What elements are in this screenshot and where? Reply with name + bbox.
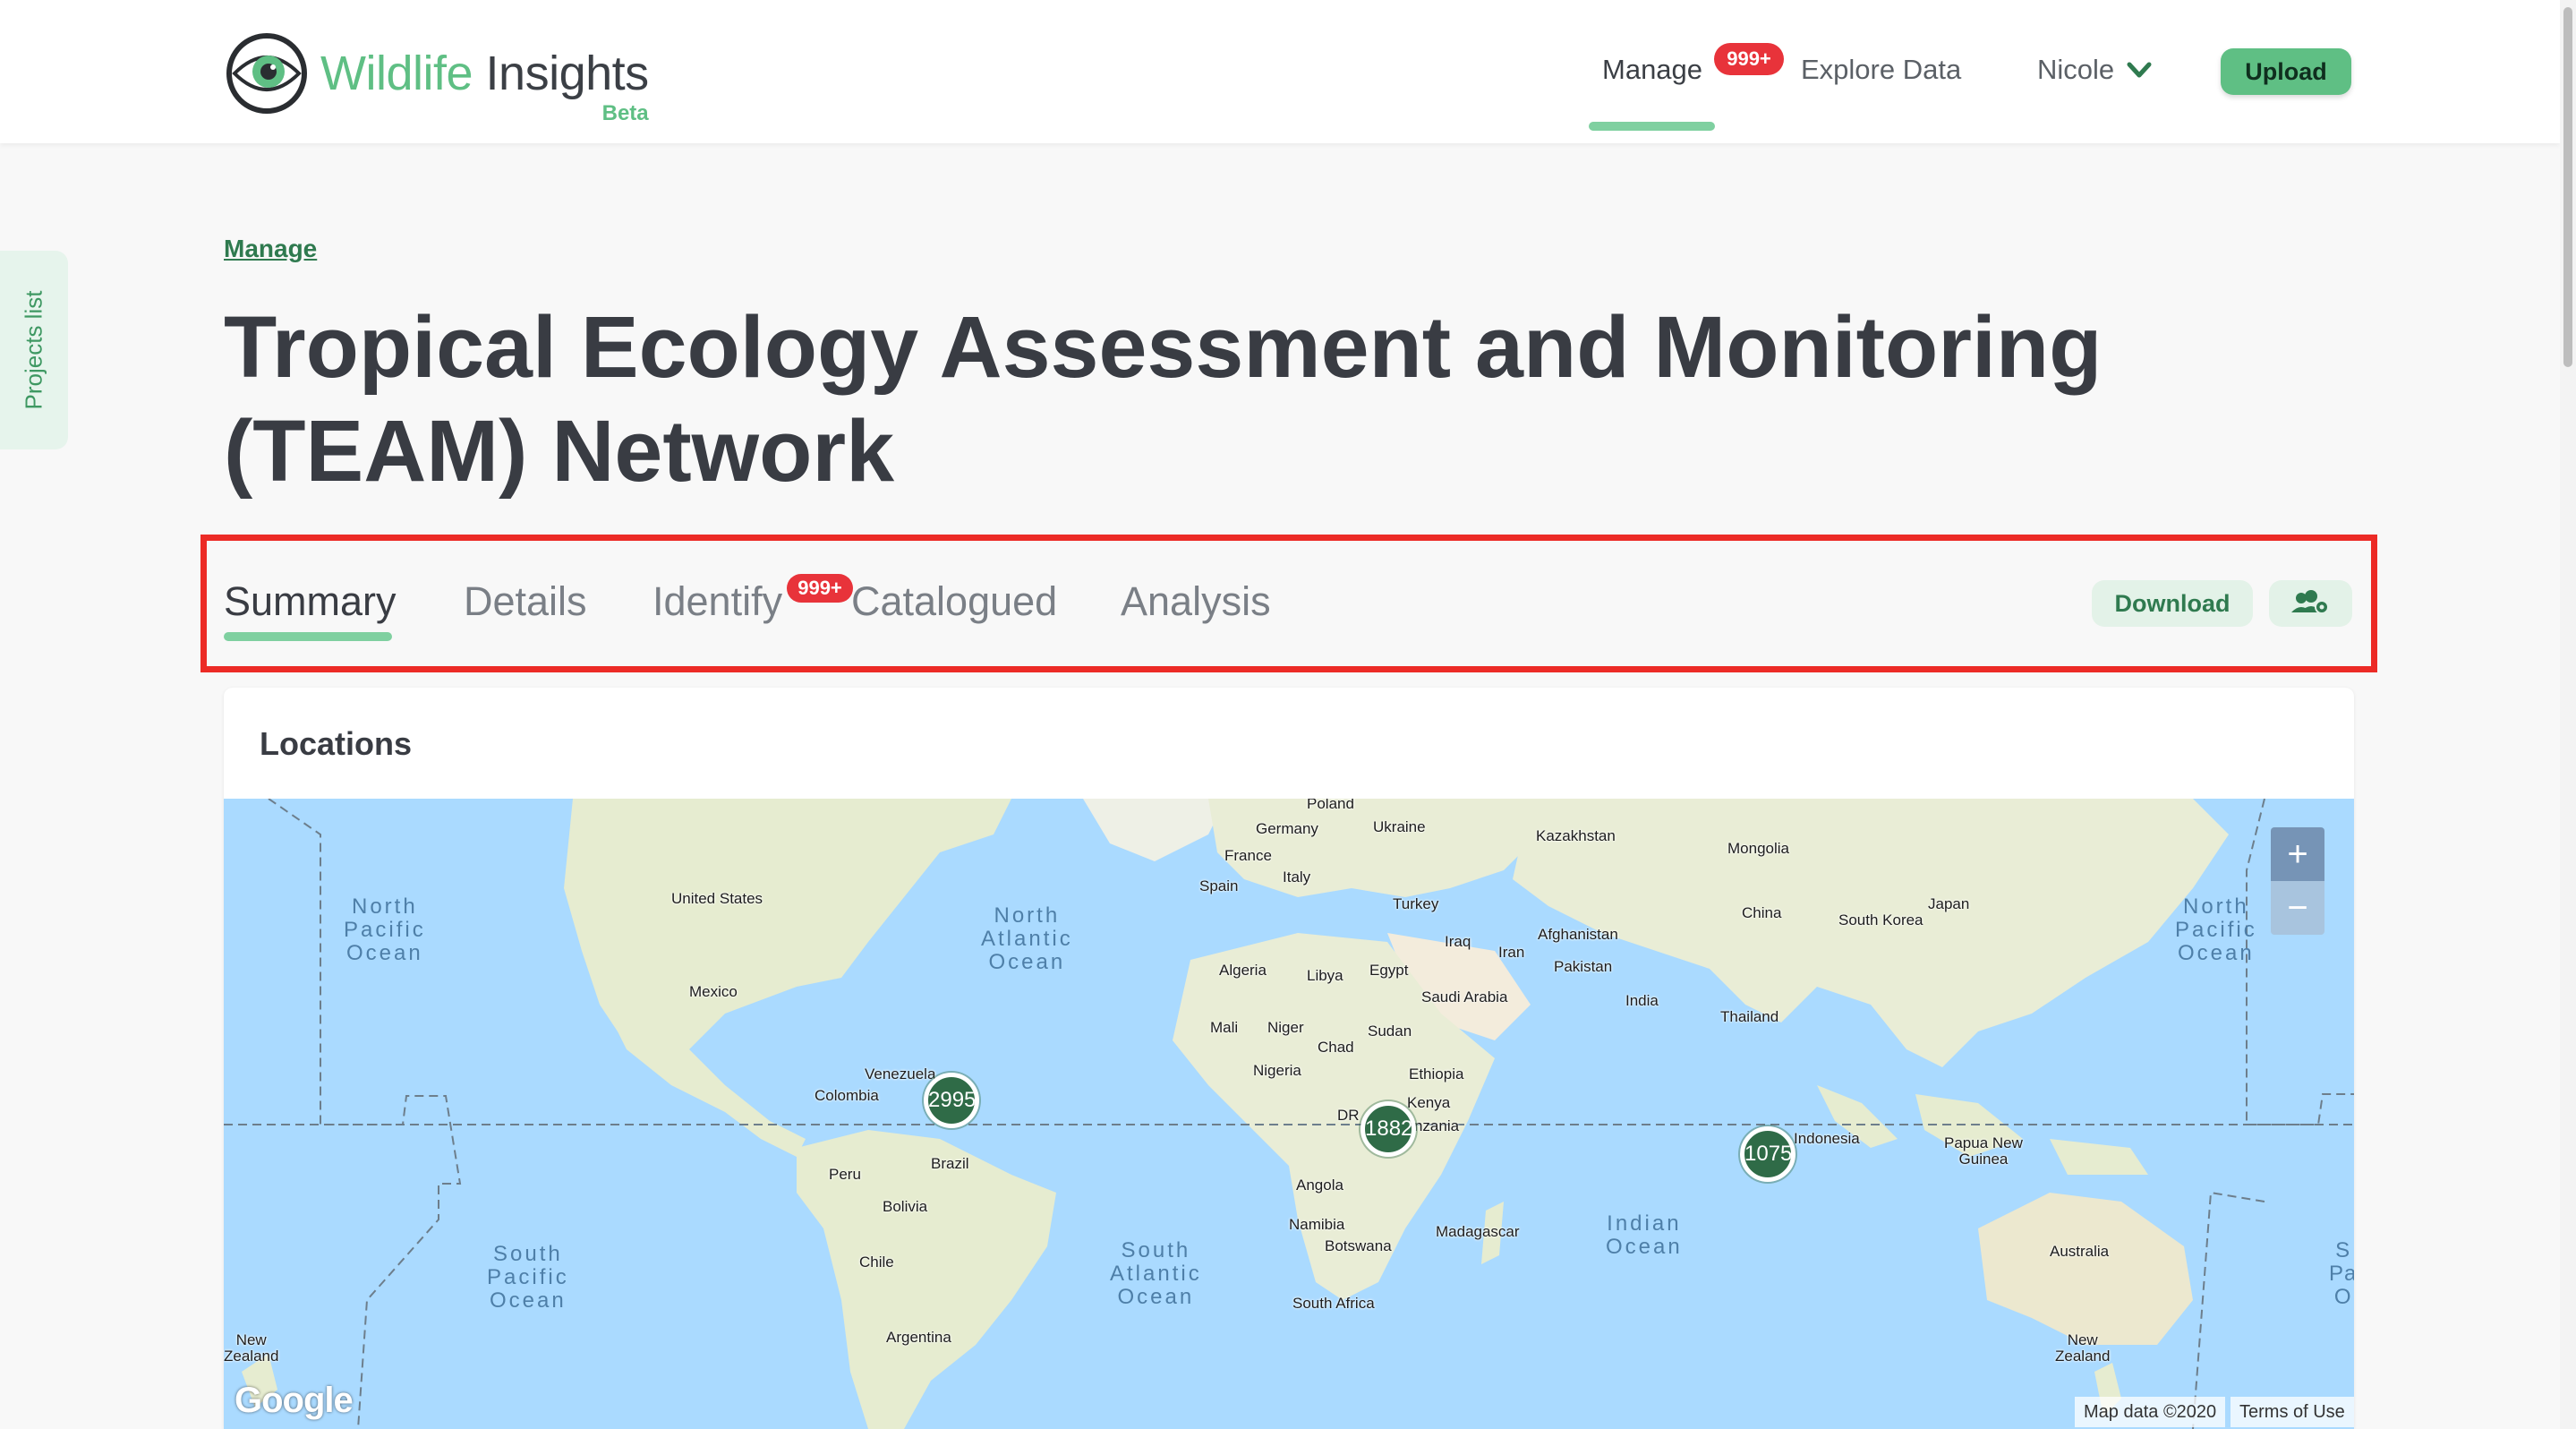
logo-name-part2: Insights: [473, 47, 650, 100]
top-header: Wildlife Insights Beta Manage 999+ Explo…: [0, 0, 2560, 143]
ocean-label-south-atlantic: South Atlantic Ocean: [1110, 1238, 1202, 1309]
country-label-afghanistan: Afghanistan: [1538, 926, 1618, 943]
country-label-sudan: Sudan: [1368, 1023, 1412, 1040]
country-label-iraq: Iraq: [1445, 933, 1471, 950]
country-label-spain: Spain: [1199, 877, 1239, 894]
country-label-new-zealand-left: New Zealand: [224, 1331, 279, 1365]
country-label-mongolia: Mongolia: [1727, 840, 1789, 857]
wildlife-insights-logo[interactable]: Wildlife Insights Beta: [224, 30, 650, 125]
map-zoom-in-button[interactable]: +: [2271, 827, 2324, 881]
location-cluster-africa[interactable]: 1882: [1361, 1101, 1416, 1157]
project-members-settings-button[interactable]: [2269, 580, 2352, 627]
country-label-egypt: Egypt: [1369, 962, 1409, 979]
tab-summary[interactable]: Summary: [224, 578, 397, 625]
country-label-pakistan: Pakistan: [1554, 958, 1613, 975]
nav-manage-link[interactable]: Manage: [1602, 54, 1702, 86]
country-label-libya: Libya: [1307, 967, 1343, 984]
country-label-china: China: [1742, 904, 1782, 921]
ocean-label-north-atlantic: North Atlantic Ocean: [981, 903, 1073, 974]
tab-analysis[interactable]: Analysis: [1121, 578, 1271, 625]
map-zoom-out-button[interactable]: −: [2271, 881, 2324, 935]
country-label-nigeria: Nigeria: [1253, 1062, 1301, 1079]
users-gear-icon: [2291, 590, 2329, 614]
logo-wordmark: Wildlife Insights Beta: [320, 47, 650, 125]
country-label-chile: Chile: [859, 1254, 894, 1271]
country-label-madagascar: Madagascar: [1436, 1223, 1520, 1240]
ocean-label-north-pacific-left: North Pacific Ocean: [344, 894, 426, 965]
country-label-south-africa: South Africa: [1292, 1295, 1375, 1312]
ocean-label-south-pacific-edge: S Pa O: [2329, 1238, 2354, 1309]
country-label-kenya: Kenya: [1407, 1094, 1451, 1111]
upload-button[interactable]: Upload: [2221, 48, 2351, 95]
country-label-australia: Australia: [2050, 1243, 2110, 1260]
country-label-turkey: Turkey: [1393, 895, 1439, 912]
country-label-france: France: [1224, 847, 1272, 864]
projects-list-label: Projects list: [20, 290, 47, 410]
country-label-bolivia: Bolivia: [883, 1198, 928, 1215]
country-label-dr: DR: [1337, 1107, 1360, 1124]
chevron-down-icon[interactable]: [2127, 61, 2152, 81]
country-label-ethiopia: Ethiopia: [1409, 1065, 1464, 1082]
scrollbar-thumb[interactable]: [2563, 7, 2572, 367]
country-label-niger: Niger: [1267, 1019, 1304, 1036]
country-label-indonesia: Indonesia: [1794, 1130, 1860, 1147]
location-cluster-america[interactable]: 2995: [924, 1073, 979, 1128]
user-menu[interactable]: Nicole: [2037, 54, 2114, 86]
country-label-new-zealand-right: New Zealand: [2055, 1331, 2111, 1365]
ocean-label-south-pacific: South Pacific Ocean: [487, 1242, 569, 1313]
country-label-namibia: Namibia: [1289, 1216, 1345, 1233]
download-button[interactable]: Download: [2092, 580, 2253, 627]
ocean-label-indian: Indian Ocean: [1606, 1211, 1683, 1259]
country-label-japan: Japan: [1928, 895, 1970, 912]
tab-catalogued[interactable]: Catalogued: [851, 578, 1057, 625]
country-label-colombia: Colombia: [815, 1087, 879, 1104]
country-label-venezuela: Venezuela: [865, 1065, 936, 1082]
country-label-brazil: Brazil: [931, 1155, 969, 1172]
country-label-chad: Chad: [1318, 1039, 1354, 1056]
country-label-ukraine: Ukraine: [1373, 818, 1426, 835]
page-title: Tropical Ecology Assessment and Monitori…: [224, 298, 2103, 500]
identify-count-badge: 999+: [787, 574, 853, 603]
country-label-saudi-arabia: Saudi Arabia: [1421, 988, 1508, 1005]
country-label-peru: Peru: [829, 1166, 861, 1183]
logo-name-part1: Wildlife: [320, 47, 473, 100]
location-cluster-asia[interactable]: 1075: [1740, 1126, 1796, 1182]
ocean-label-north-pacific-right: North Pacific Ocean: [2175, 894, 2257, 965]
manage-count-badge: 999+: [1714, 43, 1784, 75]
country-label-india: India: [1625, 992, 1659, 1009]
tab-identify[interactable]: Identify: [653, 578, 782, 625]
breadcrumb-manage-link[interactable]: Manage: [224, 235, 317, 263]
map-data-attribution: Map data ©2020: [2075, 1397, 2226, 1427]
world-map-land: [224, 799, 2354, 1429]
tab-details[interactable]: Details: [464, 578, 587, 625]
country-label-south-korea: South Korea: [1838, 911, 1923, 928]
google-logo[interactable]: Google: [235, 1381, 354, 1421]
locations-title: Locations: [260, 725, 413, 762]
country-label-botswana: Botswana: [1325, 1237, 1392, 1254]
country-label-germany: Germany: [1256, 820, 1318, 837]
locations-map[interactable]: North Pacific Ocean North Atlantic Ocean…: [224, 799, 2354, 1429]
country-label-argentina: Argentina: [886, 1329, 951, 1346]
tab-active-indicator: [224, 632, 392, 641]
country-label-poland: Poland: [1307, 799, 1354, 812]
country-label-thailand: Thailand: [1720, 1008, 1779, 1025]
country-label-united-states: United States: [671, 890, 763, 907]
country-label-mexico: Mexico: [689, 983, 738, 1000]
beta-tag: Beta: [601, 101, 649, 125]
eye-logo-icon: [226, 33, 307, 114]
country-label-papua-new-guinea: Papua New Guinea: [1944, 1134, 2023, 1168]
country-label-mali: Mali: [1210, 1019, 1239, 1036]
terms-of-use-link[interactable]: Terms of Use: [2231, 1397, 2354, 1427]
nav-active-indicator: [1589, 122, 1715, 131]
country-label-kazakhstan: Kazakhstan: [1536, 827, 1616, 844]
projects-list-tab[interactable]: Projects list: [0, 251, 68, 449]
nav-explore-data-link[interactable]: Explore Data: [1801, 54, 1961, 86]
country-label-italy: Italy: [1283, 869, 1311, 886]
country-label-angola: Angola: [1296, 1177, 1343, 1194]
locations-card: Locations North Pacific Ocean North Atla…: [224, 688, 2354, 1429]
page-scrollbar[interactable]: [2560, 0, 2576, 1429]
country-label-algeria: Algeria: [1219, 962, 1267, 979]
country-label-iran: Iran: [1498, 944, 1525, 961]
